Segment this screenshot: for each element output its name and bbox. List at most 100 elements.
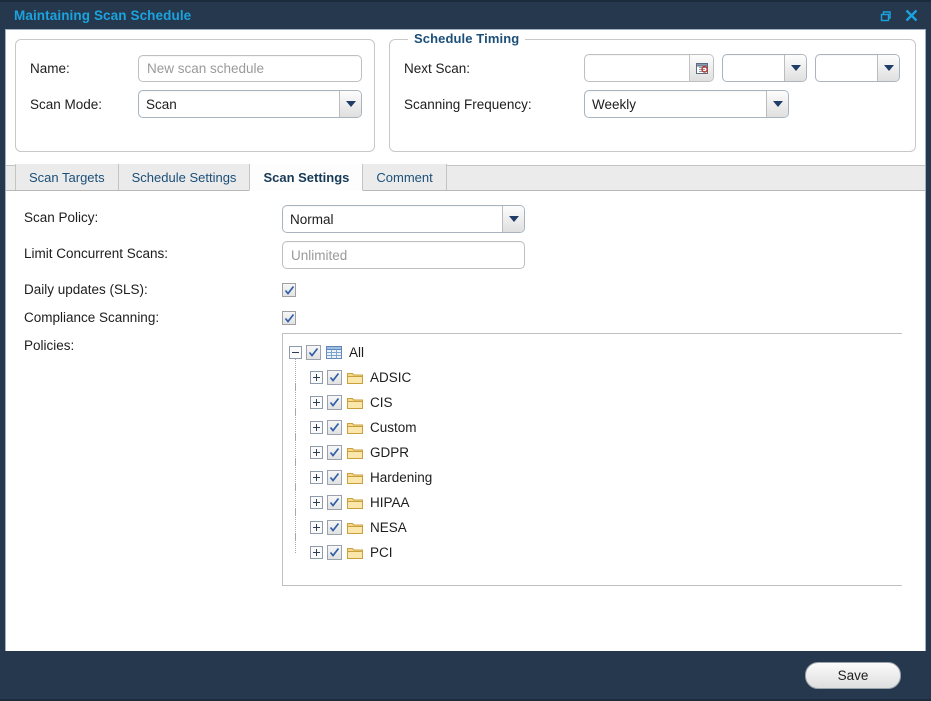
scan-policy-label: Scan Policy: bbox=[24, 205, 282, 225]
top-form-area: Name: New scan schedule Scan Mode: Scan … bbox=[6, 30, 925, 152]
chevron-down-icon bbox=[502, 206, 524, 232]
folder-icon bbox=[347, 420, 364, 435]
scan-policy-value: Normal bbox=[283, 206, 502, 232]
expand-icon[interactable] bbox=[310, 521, 323, 534]
folder-icon bbox=[347, 545, 364, 560]
tree-label-all: All bbox=[349, 345, 364, 360]
schedule-timing-panel: Schedule Timing Next Scan: bbox=[389, 39, 916, 152]
expand-icon[interactable] bbox=[310, 496, 323, 509]
tree-node-cis[interactable]: CIS bbox=[289, 390, 902, 415]
next-scan-minute-select[interactable] bbox=[815, 54, 900, 82]
restore-window-icon[interactable] bbox=[877, 8, 893, 24]
compliance-scanning-label: Compliance Scanning: bbox=[24, 305, 282, 325]
compliance-scanning-checkbox[interactable] bbox=[282, 311, 296, 325]
name-label: Name: bbox=[30, 61, 138, 76]
chevron-down-icon bbox=[877, 55, 899, 81]
scan-policy-select[interactable]: Normal bbox=[282, 205, 525, 233]
scan-mode-row: Scan Mode: Scan bbox=[30, 90, 364, 118]
policies-label: Policies: bbox=[24, 333, 282, 353]
scan-schedule-window: Maintaining Scan Schedule Name: bbox=[0, 0, 931, 701]
tree-checkbox-all[interactable] bbox=[306, 345, 321, 360]
scanning-frequency-value: Weekly bbox=[585, 91, 766, 117]
scan-settings-panel: Scan Policy: Normal Limit Concurrent Sca… bbox=[6, 191, 925, 639]
name-input[interactable]: New scan schedule bbox=[138, 55, 362, 82]
next-scan-date-input[interactable] bbox=[584, 54, 714, 82]
tree-node-gdpr[interactable]: GDPR bbox=[289, 440, 902, 465]
compliance-scanning-row: Compliance Scanning: bbox=[24, 305, 911, 325]
window-title: Maintaining Scan Schedule bbox=[14, 8, 877, 23]
next-scan-minute-value bbox=[816, 55, 877, 81]
folder-icon bbox=[347, 395, 364, 410]
tree-checkbox-pci[interactable] bbox=[327, 545, 342, 560]
dialog-footer: Save bbox=[0, 651, 931, 701]
folder-icon bbox=[347, 445, 364, 460]
scan-policy-row: Scan Policy: Normal bbox=[24, 205, 911, 233]
tree-checkbox-hardening[interactable] bbox=[327, 470, 342, 485]
next-scan-hour-select[interactable] bbox=[722, 54, 807, 82]
folder-icon bbox=[347, 520, 364, 535]
daily-updates-label: Daily updates (SLS): bbox=[24, 277, 282, 297]
tree-label-hardening: Hardening bbox=[370, 470, 432, 485]
tree-checkbox-adsic[interactable] bbox=[327, 370, 342, 385]
limit-concurrent-scans-label: Limit Concurrent Scans: bbox=[24, 241, 282, 261]
tree-label-nesa: NESA bbox=[370, 520, 407, 535]
tree-checkbox-hipaa[interactable] bbox=[327, 495, 342, 510]
scanning-frequency-select[interactable]: Weekly bbox=[584, 90, 789, 118]
tab-bar: Scan Targets Schedule Settings Scan Sett… bbox=[6, 165, 925, 191]
tree-checkbox-nesa[interactable] bbox=[327, 520, 342, 535]
collapse-icon[interactable] bbox=[289, 346, 302, 359]
tree-label-gdpr: GDPR bbox=[370, 445, 409, 460]
policies-row: Policies: bbox=[24, 333, 911, 586]
name-input-placeholder: New scan schedule bbox=[147, 61, 264, 76]
tab-scan-settings[interactable]: Scan Settings bbox=[249, 164, 363, 191]
folder-icon bbox=[347, 470, 364, 485]
tree-checkbox-cis[interactable] bbox=[327, 395, 342, 410]
limit-concurrent-scans-input[interactable]: Unlimited bbox=[282, 241, 525, 269]
expand-icon[interactable] bbox=[310, 471, 323, 484]
tree-node-all[interactable]: All bbox=[289, 340, 902, 365]
tab-schedule-settings[interactable]: Schedule Settings bbox=[118, 164, 251, 190]
next-scan-row: Next Scan: bbox=[404, 54, 905, 82]
tree-node-nesa[interactable]: NESA bbox=[289, 515, 902, 540]
next-scan-hour-value bbox=[723, 55, 784, 81]
tree-node-hardening[interactable]: Hardening bbox=[289, 465, 902, 490]
folder-icon bbox=[347, 370, 364, 385]
tree-label-hipaa: HIPAA bbox=[370, 495, 410, 510]
folder-icon bbox=[347, 495, 364, 510]
name-row: Name: New scan schedule bbox=[30, 54, 364, 82]
calendar-icon[interactable] bbox=[689, 55, 713, 81]
chevron-down-icon bbox=[339, 91, 361, 117]
daily-updates-row: Daily updates (SLS): bbox=[24, 277, 911, 297]
expand-icon[interactable] bbox=[310, 396, 323, 409]
daily-updates-checkbox[interactable] bbox=[282, 283, 296, 297]
scanning-frequency-row: Scanning Frequency: Weekly bbox=[404, 90, 905, 118]
tree-checkbox-gdpr[interactable] bbox=[327, 445, 342, 460]
tree-node-hipaa[interactable]: HIPAA bbox=[289, 490, 902, 515]
tree-label-adsic: ADSIC bbox=[370, 370, 411, 385]
grid-icon bbox=[326, 345, 343, 360]
save-button[interactable]: Save bbox=[805, 662, 901, 689]
policy-tree[interactable]: All ADSIC bbox=[282, 333, 902, 586]
tree-node-adsic[interactable]: ADSIC bbox=[289, 365, 902, 390]
scan-mode-select[interactable]: Scan bbox=[138, 90, 362, 118]
scanning-frequency-label: Scanning Frequency: bbox=[404, 97, 584, 112]
tree-label-custom: Custom bbox=[370, 420, 417, 435]
window-controls bbox=[877, 8, 923, 24]
next-scan-label: Next Scan: bbox=[404, 61, 584, 76]
tree-checkbox-custom[interactable] bbox=[327, 420, 342, 435]
expand-icon[interactable] bbox=[310, 421, 323, 434]
scan-mode-label: Scan Mode: bbox=[30, 97, 138, 112]
expand-icon[interactable] bbox=[310, 546, 323, 559]
schedule-timing-legend: Schedule Timing bbox=[408, 31, 525, 46]
limit-concurrent-scans-row: Limit Concurrent Scans: Unlimited bbox=[24, 241, 911, 269]
tab-scan-targets[interactable]: Scan Targets bbox=[15, 164, 119, 190]
tab-comment[interactable]: Comment bbox=[362, 164, 446, 190]
expand-icon[interactable] bbox=[310, 371, 323, 384]
chevron-down-icon bbox=[766, 91, 788, 117]
tree-node-pci[interactable]: PCI bbox=[289, 540, 902, 565]
window-titlebar: Maintaining Scan Schedule bbox=[0, 0, 931, 29]
tree-node-custom[interactable]: Custom bbox=[289, 415, 902, 440]
expand-icon[interactable] bbox=[310, 446, 323, 459]
scan-mode-value: Scan bbox=[139, 91, 339, 117]
close-icon[interactable] bbox=[903, 8, 919, 24]
